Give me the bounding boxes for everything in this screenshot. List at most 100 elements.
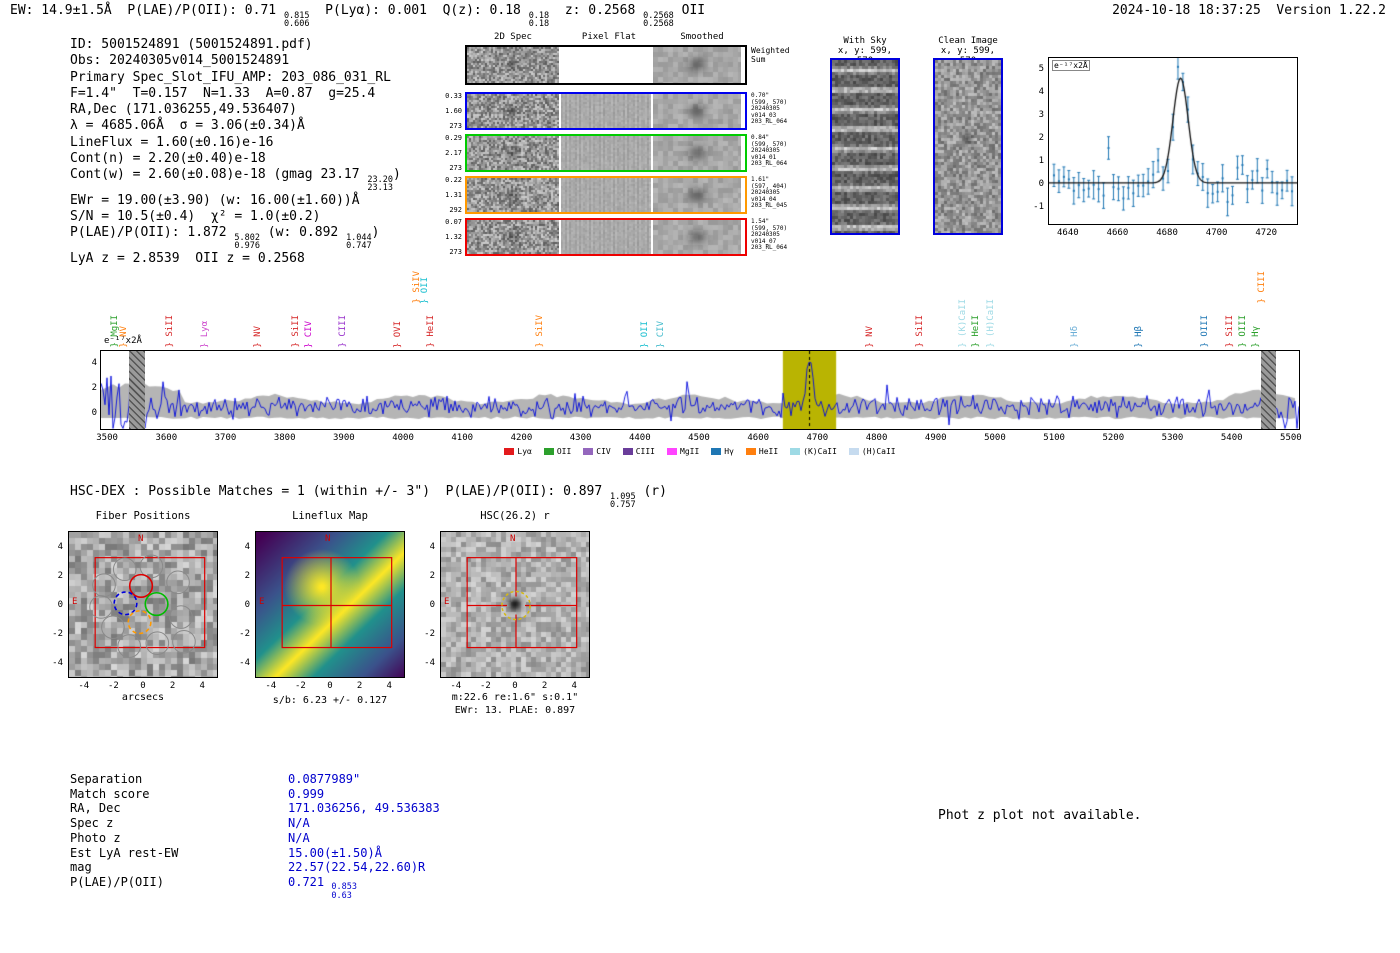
lineflux-image-frame bbox=[255, 531, 405, 678]
spectrum-ytick: 0 bbox=[91, 407, 97, 418]
elixer-report-page: EW: 14.9±1.5Å P(LAE)/P(OII): 0.71 0.815 0… bbox=[0, 0, 1400, 953]
fit-xtick: 4680 bbox=[1156, 228, 1178, 238]
legend-item: (K)CaII bbox=[790, 447, 837, 456]
info-line: λ = 4685.06Å σ = 3.06(±0.34)Å bbox=[70, 118, 305, 134]
hsc-xtick: -2 bbox=[479, 681, 491, 691]
2d-strip-smooth-image bbox=[653, 220, 741, 254]
info-line: S/N = 10.5(±0.4) χ² = 1.0(±0.2) bbox=[70, 209, 321, 225]
2d-strip-right-labels: 1.54" (599, 570) 20240305 v014_07 203_RL_064 bbox=[751, 218, 823, 252]
hsc-caption-2: EWr: 13. PLAE: 0.897 bbox=[454, 705, 576, 716]
lineflux-caption: s/b: 6.23 +/- 0.127 bbox=[272, 695, 388, 706]
strip-left-value: 273 bbox=[449, 164, 462, 172]
legend-swatch bbox=[543, 448, 554, 455]
legend-item: CIII bbox=[622, 447, 655, 456]
fiber-ytick: 4 bbox=[57, 541, 63, 552]
legend-item: Hγ bbox=[711, 447, 734, 456]
strip-left-value: 1.60 bbox=[445, 107, 462, 115]
fiber-ytick: -2 bbox=[52, 628, 63, 639]
match-table-row: Match score 0.999 bbox=[70, 787, 440, 802]
spectrum-plot-frame bbox=[100, 350, 1300, 430]
spectrum-xtick: 4200 bbox=[510, 433, 533, 443]
emission-line-label: } SiII bbox=[915, 315, 925, 348]
strip-right-value: 203_RL_045 bbox=[751, 202, 788, 209]
strip-right-value: 203_RL_064 bbox=[751, 244, 788, 251]
emission-line-label: } (H)CaII bbox=[985, 299, 996, 348]
fit-ytick: 0 bbox=[1038, 178, 1044, 189]
lineflux-xtick: -4 bbox=[265, 681, 277, 691]
spectrum-xtick: 4100 bbox=[451, 433, 474, 443]
legend-item: HeII bbox=[745, 447, 778, 456]
lineflux-ytick: 2 bbox=[244, 570, 250, 581]
compass-north: N bbox=[510, 534, 516, 544]
legend-swatch bbox=[711, 448, 722, 455]
2d-strip-row bbox=[465, 134, 747, 172]
emission-line-label: } OII bbox=[419, 276, 430, 304]
legend-item: CIV bbox=[583, 447, 611, 456]
2d-strip-flat-image bbox=[561, 94, 651, 128]
spectrum-xtick: 5500 bbox=[1280, 433, 1302, 443]
match-table-label: Est LyA rest-EW bbox=[70, 845, 179, 860]
emission-line-label: } CIV bbox=[303, 320, 314, 348]
legend-swatch bbox=[504, 448, 515, 455]
fit-ytick: 1 bbox=[1038, 155, 1044, 166]
2d-strip-spec-image bbox=[467, 94, 559, 128]
emission-line-label: } HeII bbox=[425, 315, 436, 348]
lineflux-image bbox=[256, 532, 404, 677]
strip-right-value: 203_RL_064 bbox=[751, 118, 788, 125]
legend-item: (H)CaII bbox=[848, 447, 896, 456]
hsc-ytick: 0 bbox=[429, 599, 435, 610]
spectrum-xtick: 3600 bbox=[155, 433, 178, 443]
emission-line-label: } SiII bbox=[1225, 315, 1235, 348]
strip-right-value: Weighted bbox=[751, 46, 790, 55]
fiber-xtick: 0 bbox=[140, 681, 146, 691]
info-line: ID: 5001524891 (5001524891.pdf) bbox=[70, 37, 313, 52]
sup-sub-value: 0.18 0.18 bbox=[528, 10, 550, 29]
legend-label: (H)CaII bbox=[861, 447, 896, 456]
2d-strip-row bbox=[465, 45, 747, 85]
withsky-image bbox=[832, 60, 898, 233]
fit-ytick: 2 bbox=[1038, 132, 1044, 143]
fiber-xtick: -4 bbox=[78, 681, 90, 691]
2d-strip-left-labels: 0.33 1.60 273 bbox=[438, 92, 462, 130]
legend-label: CIII bbox=[635, 447, 655, 456]
match-table-label: P(LAE)/P(OII) bbox=[70, 874, 164, 889]
info-line: LineFlux = 1.60(±0.16)e-16 bbox=[70, 134, 274, 150]
spectrum-hatch-band bbox=[1261, 351, 1276, 429]
fiber-xlabel: arcsecs bbox=[121, 692, 165, 703]
match-table-row: Est LyA rest-EW 15.00(±1.50)Å bbox=[70, 846, 440, 861]
match-table-row: Separation 0.0877989" bbox=[70, 772, 440, 787]
emission-line-label: } Hγ bbox=[1251, 326, 1262, 348]
strip-left-value: 273 bbox=[449, 248, 462, 256]
strip-left-value: 292 bbox=[449, 206, 462, 214]
hsc-image-frame bbox=[440, 531, 590, 678]
fiber-xtick: 2 bbox=[169, 681, 176, 691]
strip-right-value: 203_RL_064 bbox=[751, 160, 788, 167]
hsc-title: HSC(26.2) r bbox=[480, 510, 550, 522]
lineflux-title: Lineflux Map bbox=[292, 510, 368, 522]
emission-line-label: } SiIV bbox=[534, 315, 545, 348]
match-table-value: 15.00(±1.50)Å bbox=[288, 845, 382, 860]
emission-line-label: } HeII bbox=[971, 315, 982, 348]
spectrum-xtick: 4500 bbox=[688, 433, 710, 443]
2d-strip-row bbox=[465, 218, 747, 256]
2d-strip-spec-image bbox=[467, 220, 559, 254]
emission-line-label: } CIV bbox=[655, 320, 666, 348]
col-header-2dspec: 2D Spec bbox=[494, 32, 532, 42]
col-header-smoothed: Smoothed bbox=[680, 32, 724, 42]
emission-line-label: } OII bbox=[639, 320, 650, 348]
2d-strip-spec-image bbox=[467, 178, 559, 212]
withsky-image-frame bbox=[830, 58, 900, 235]
legend-label: CIV bbox=[596, 447, 611, 456]
legend-label: (K)CaII bbox=[803, 447, 837, 456]
fiber-xtick: -2 bbox=[107, 681, 119, 691]
2d-spec-strips bbox=[465, 45, 747, 257]
legend-label: OII bbox=[556, 447, 572, 456]
compass-east: E bbox=[72, 597, 78, 607]
hsc-xtick: -4 bbox=[450, 681, 462, 691]
lineflux-xtick: 2 bbox=[356, 681, 363, 691]
spectrum-xtick: 3900 bbox=[333, 433, 355, 443]
legend-swatch bbox=[667, 448, 677, 455]
strip-left-value: 0.29 bbox=[445, 134, 462, 142]
hsc-image bbox=[441, 532, 589, 677]
info-line: EWr = 19.00(±3.90) (w: 16.00(±1.60))Å bbox=[70, 192, 360, 208]
